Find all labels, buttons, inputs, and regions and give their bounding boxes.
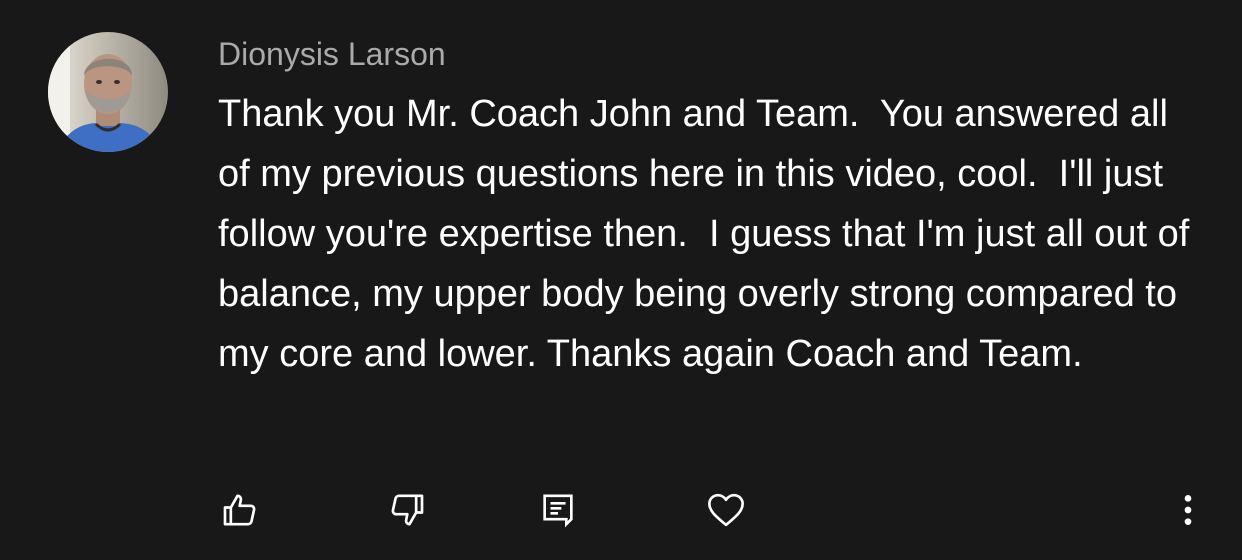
thumbs-down-icon (391, 494, 424, 526)
heart-button[interactable] (700, 484, 752, 536)
dislike-button[interactable] (381, 484, 433, 536)
thumbs-up-icon (223, 494, 256, 526)
like-button[interactable] (214, 484, 266, 536)
reply-button[interactable] (532, 484, 584, 536)
reply-comment-icon (543, 494, 573, 528)
comment-item: Dionysis Larson Thank you Mr. Coach John… (0, 0, 1242, 560)
comment-action-bar (0, 484, 1242, 536)
more-options-button[interactable] (1162, 484, 1214, 536)
heart-icon (708, 493, 744, 527)
more-vertical-icon (1184, 495, 1192, 525)
avatar-photo (48, 32, 168, 152)
comment-text: Thank you Mr. Coach John and Team. You a… (218, 93, 1200, 375)
author-avatar[interactable] (48, 32, 168, 152)
comment-author[interactable]: Dionysis Larson (218, 36, 446, 72)
